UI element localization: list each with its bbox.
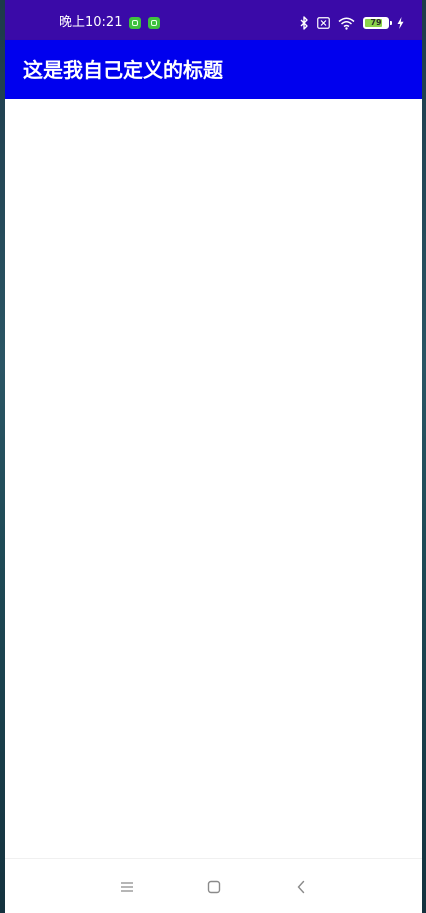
- back-button[interactable]: [289, 875, 313, 899]
- no-sim-icon: [317, 17, 330, 29]
- navigation-bar: [5, 858, 422, 913]
- app-notification-icon: [129, 17, 142, 29]
- app-notification-icon: [148, 17, 161, 29]
- home-icon: [207, 880, 221, 894]
- battery-level: 79: [370, 18, 382, 27]
- back-icon: [297, 880, 305, 894]
- phone-screen: 晚上10:21 79 这是我自己定义的标题: [5, 0, 422, 913]
- home-button[interactable]: [202, 875, 226, 899]
- wifi-icon: [338, 17, 355, 30]
- status-right: 79: [299, 14, 404, 32]
- charging-icon: [397, 17, 404, 29]
- status-left: 晚上10:21: [59, 14, 161, 32]
- bluetooth-icon: [299, 16, 309, 30]
- app-bar: 这是我自己定义的标题: [5, 40, 422, 99]
- battery-icon: 79: [363, 17, 392, 29]
- menu-button[interactable]: [115, 875, 139, 899]
- page-title: 这是我自己定义的标题: [23, 58, 223, 82]
- status-bar: 晚上10:21 79: [5, 0, 422, 40]
- menu-icon: [121, 882, 133, 892]
- main-content: [5, 99, 422, 859]
- status-time: 晚上10:21: [59, 15, 123, 30]
